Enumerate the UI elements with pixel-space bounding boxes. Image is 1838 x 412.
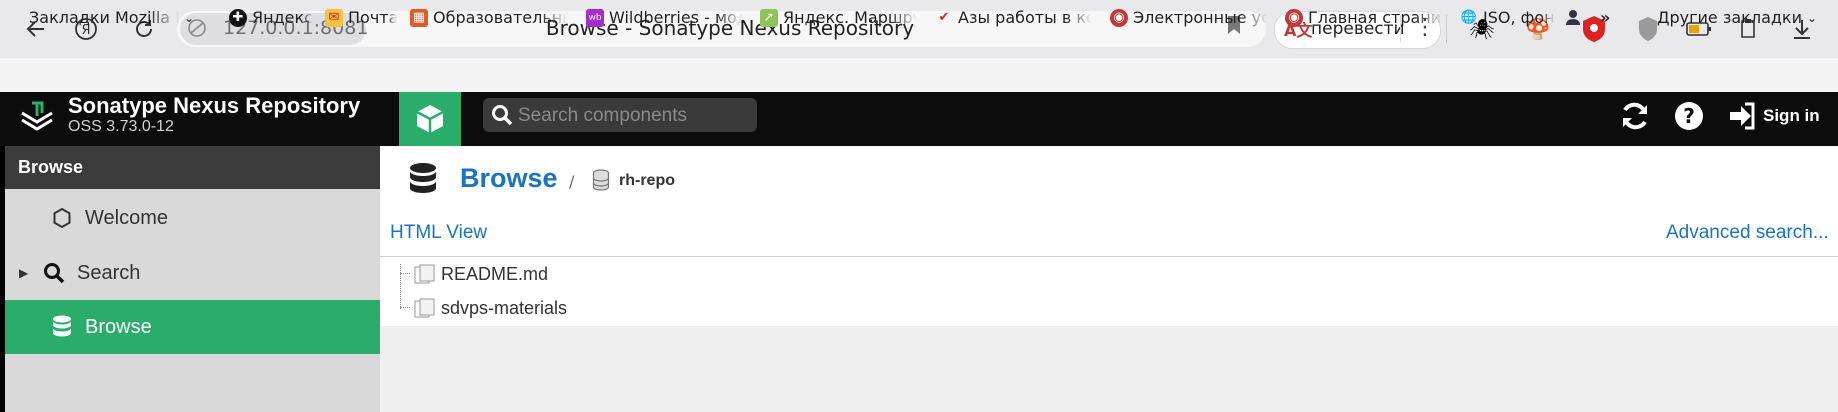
sidebar-item-label: Search — [77, 261, 141, 284]
html-view-link[interactable]: HTML View — [390, 222, 487, 244]
bookmark-item[interactable]: ▦ Образовательные — [410, 8, 570, 27]
bookmark-label: Почта — [348, 8, 397, 27]
gov-icon: ◉ — [1110, 8, 1128, 27]
bookmark-label: Wildberries - модный — [609, 8, 743, 27]
repository-icon — [592, 169, 610, 195]
bookmark-item[interactable]: wb Wildberries - модный — [586, 8, 746, 27]
bookmark-item[interactable]: ◉ Главная страница — [1285, 8, 1445, 27]
wildberries-icon: wb — [586, 8, 604, 27]
refresh-button[interactable] — [1618, 99, 1652, 137]
bookmark-label: Яндекс. Маршруты — [783, 8, 917, 27]
maps-icon: ➚ — [760, 8, 778, 27]
bookmark-item[interactable]: ➚ Яндекс. Маршруты — [760, 8, 920, 27]
sidebar-item-welcome[interactable]: Welcome — [5, 191, 380, 245]
divider — [380, 256, 1838, 257]
sidebar-item-label: Welcome — [85, 206, 168, 229]
tree-node-label: sdvps-materials — [441, 297, 568, 318]
browse-mode-button[interactable] — [399, 92, 461, 146]
search-icon — [491, 104, 513, 130]
brand-version: OSS 3.73.0-12 — [68, 118, 174, 135]
database-icon — [408, 162, 438, 200]
bookmark-label: Азы работы в командной — [958, 8, 1092, 27]
edu-icon: ▦ — [410, 8, 428, 27]
refresh-icon — [1623, 102, 1647, 130]
database-icon — [49, 315, 75, 339]
bookmark-item[interactable]: ✚ Яндекс — [229, 8, 319, 27]
bookmark-person-icon[interactable] — [1564, 8, 1588, 26]
tree-node[interactable]: README.md — [400, 257, 548, 291]
sidebar-item-search[interactable]: ▶ Search — [5, 246, 380, 300]
bookmark-label: Закладки Mozilla Firefox — [29, 8, 179, 27]
cube-icon — [416, 105, 444, 133]
chevron-down-icon: ⌄ — [184, 10, 195, 25]
breadcrumb-browse-link[interactable]: Browse — [460, 163, 558, 194]
bookmarks-bar — [0, 58, 1838, 92]
breadcrumb-repo-name: rh-repo — [619, 172, 675, 189]
expand-arrow-icon[interactable]: ▶ — [19, 266, 33, 280]
signin-button[interactable]: Sign in — [1727, 101, 1820, 131]
other-bookmarks-label: Другие закладки — [1657, 8, 1802, 27]
signin-label: Sign in — [1763, 106, 1820, 125]
tree-node-label: README.md — [441, 263, 549, 284]
sidebar-title: Browse — [18, 157, 84, 177]
bookmark-item[interactable]: 🌐 ISO, фон — [1460, 8, 1560, 27]
hexagon-icon — [49, 208, 75, 228]
gov-icon: ◉ — [1285, 8, 1303, 27]
yandex-icon: ✚ — [229, 8, 247, 27]
bookmark-label: Главная страница — [1308, 8, 1442, 27]
sonatype-logo-icon[interactable] — [18, 99, 56, 137]
signin-icon — [1730, 102, 1755, 130]
bookmark-item[interactable]: Закладки Mozilla Firefox ⌄ — [29, 8, 205, 27]
breadcrumb-separator: / — [569, 172, 575, 191]
help-icon: ? — [1675, 102, 1703, 130]
divider — [1446, 15, 1447, 43]
bookmark-item[interactable]: ◉ Электронные услуги — [1110, 8, 1270, 27]
bookmark-item[interactable]: ✉ Почта — [325, 8, 397, 27]
svg-text:?: ? — [1683, 104, 1695, 128]
bookmark-label: Электронные услуги — [1133, 8, 1267, 27]
chevron-down-icon: ⌄ — [1806, 10, 1817, 25]
brand-title: Sonatype Nexus Repository — [68, 93, 361, 118]
bookmark-label: Образовательные — [433, 8, 567, 27]
globe-icon: 🌐 — [1460, 10, 1478, 25]
bookmarks-overflow-button[interactable]: » — [1600, 8, 1620, 27]
bookmark-label: Яндекс — [252, 8, 313, 27]
search-input[interactable] — [516, 101, 754, 131]
bookmark-item[interactable]: ✔ Азы работы в командной — [935, 8, 1095, 27]
search-icon — [41, 262, 67, 284]
tree-node[interactable]: sdvps-materials — [400, 291, 567, 325]
folder-icon — [414, 298, 436, 318]
check-icon: ✔ — [938, 10, 950, 25]
advanced-search-link[interactable]: Advanced search... — [1666, 222, 1829, 244]
mail-icon: ✉ — [325, 8, 343, 27]
help-button[interactable]: ? — [1672, 99, 1706, 137]
sidebar-item-browse[interactable]: Browse — [5, 300, 380, 354]
sidebar-item-label: Browse — [85, 315, 152, 338]
other-bookmarks[interactable]: Другие закладки ⌄ — [1657, 8, 1817, 27]
bookmark-label: ISO, фон — [1483, 8, 1555, 27]
file-icon — [414, 264, 436, 284]
